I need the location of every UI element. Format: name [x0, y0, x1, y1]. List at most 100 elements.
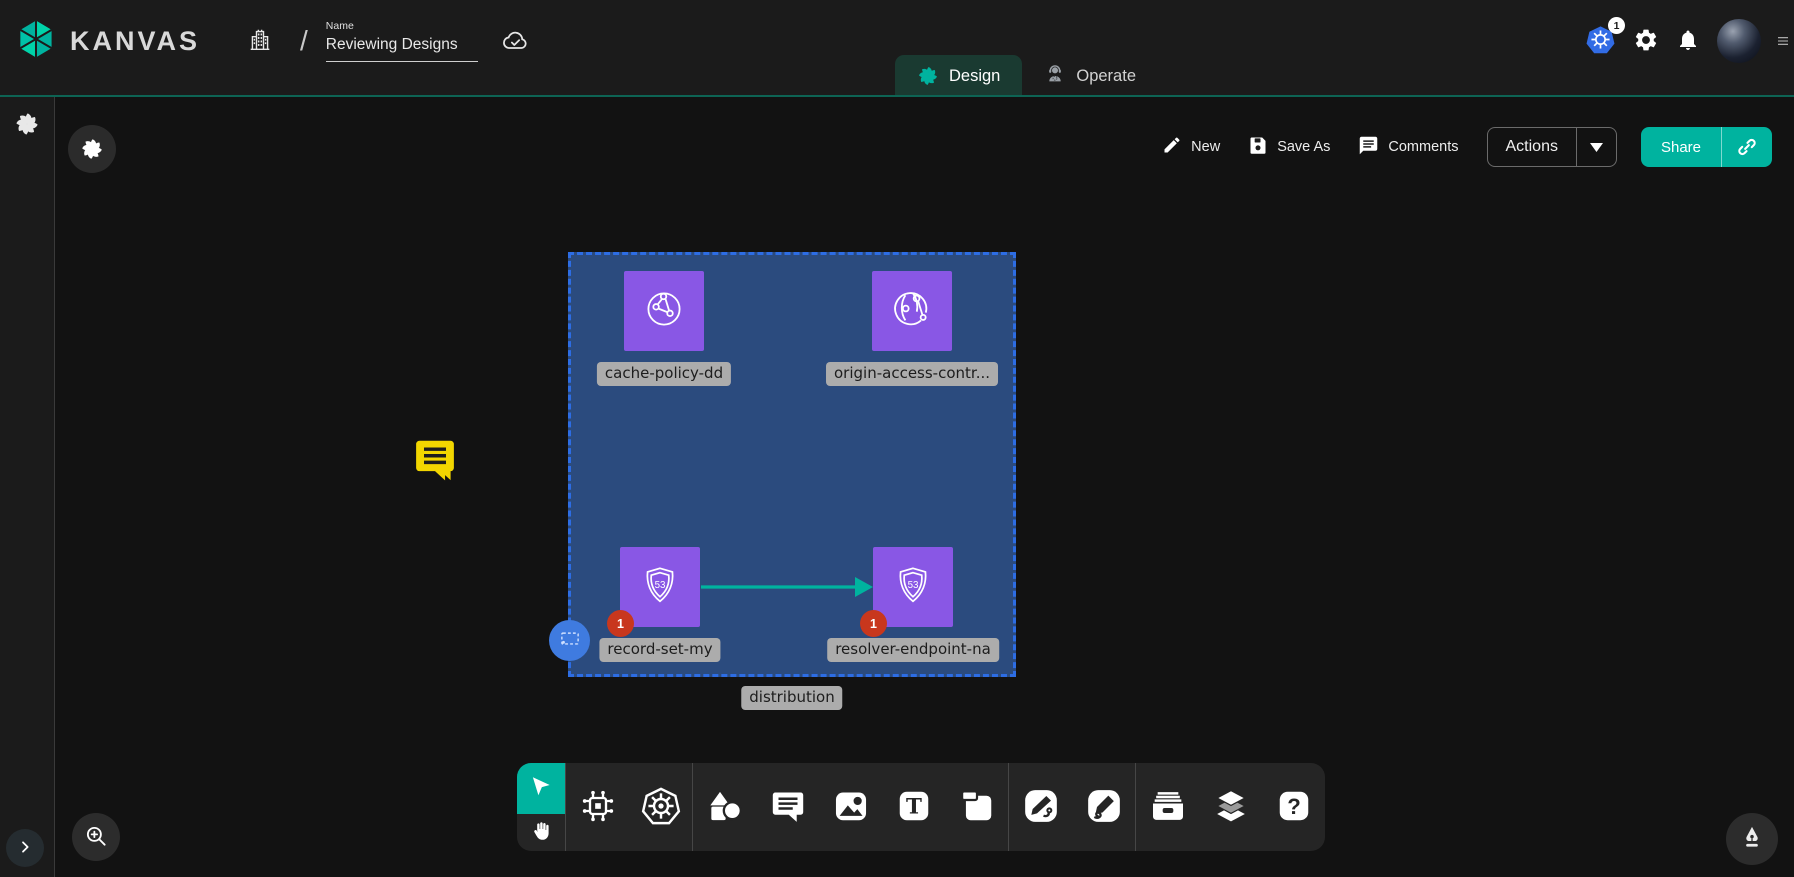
tool-pan-hand[interactable] — [517, 814, 565, 851]
chevron-right-icon — [17, 839, 33, 858]
text-icon: T — [895, 787, 933, 828]
node-label: record-set-my — [599, 638, 720, 662]
sidebar-expand-button[interactable] — [6, 829, 44, 867]
save-as-label: Save As — [1277, 139, 1330, 155]
help-icon: ? — [1275, 787, 1313, 828]
design-name-field: Name — [326, 20, 478, 62]
canvas-comment-marker[interactable] — [413, 437, 457, 483]
node-resolver-endpoint[interactable]: 53 1 resolver-endpoint-na — [873, 547, 953, 627]
meshery-swirl-icon[interactable] — [14, 111, 40, 137]
tool-layers[interactable] — [1199, 763, 1262, 851]
node-label: origin-access-contr... — [826, 362, 998, 386]
tool-dock: T — [517, 763, 1325, 851]
save-icon — [1248, 135, 1268, 159]
user-menu-button[interactable] — [1717, 19, 1761, 63]
node-label: cache-policy-dd — [597, 362, 731, 386]
freehand-pencil-icon — [1084, 786, 1124, 829]
image-icon — [832, 787, 870, 828]
design-toolbar: New Save As — [1162, 127, 1772, 167]
tool-note[interactable] — [945, 763, 1008, 851]
tab-operate[interactable]: Operate — [1022, 55, 1158, 97]
node-origin-access-control[interactable]: origin-access-contr... — [872, 271, 952, 351]
tab-design-label: Design — [949, 67, 1000, 86]
app-header: KANVAS — [0, 0, 1794, 97]
tool-help[interactable]: ? — [1262, 763, 1325, 851]
tab-design[interactable]: Design — [895, 55, 1022, 97]
node-record-set[interactable]: 53 1 record-set-my — [620, 547, 700, 627]
note-frame-icon — [958, 787, 996, 828]
svg-text:53: 53 — [655, 580, 666, 591]
tab-operate-label: Operate — [1076, 67, 1136, 86]
zoom-in-icon — [83, 823, 109, 852]
tool-freehand[interactable] — [1072, 763, 1135, 851]
pen-nib-button[interactable] — [1726, 813, 1778, 865]
design-name-input[interactable] — [326, 34, 478, 62]
edge-arrow[interactable] — [700, 573, 873, 606]
actions-label: Actions — [1488, 128, 1576, 166]
caret-down-icon[interactable] — [1576, 128, 1616, 166]
header-accent-line — [0, 95, 1794, 97]
cluster-flower-button[interactable] — [68, 125, 116, 173]
design-canvas[interactable]: New Save As — [55, 97, 1794, 877]
hamburger-icon[interactable] — [1778, 26, 1788, 56]
svg-text:T: T — [906, 794, 922, 819]
group-label: distribution — [741, 686, 842, 710]
share-button[interactable]: Share — [1641, 127, 1772, 167]
organization-button[interactable] — [246, 25, 274, 58]
kanvas-hexagon-icon — [14, 17, 58, 66]
route53-icon: 53 — [637, 562, 683, 613]
actions-button[interactable]: Actions — [1487, 127, 1617, 167]
zoom-in-button[interactable] — [72, 813, 120, 861]
node-label: resolver-endpoint-na — [827, 638, 999, 662]
tool-image[interactable] — [819, 763, 882, 851]
tool-kubernetes[interactable] — [629, 763, 692, 851]
svg-text:53: 53 — [908, 580, 919, 591]
share-label: Share — [1641, 127, 1721, 167]
svg-text:?: ? — [1287, 793, 1301, 818]
node-cache-policy[interactable]: cache-policy-dd — [624, 271, 704, 351]
kanvas-logo[interactable]: KANVAS — [14, 17, 200, 66]
selected-group-distribution[interactable]: cache-policy-dd origin-access-con — [568, 252, 1016, 677]
new-button[interactable]: New — [1162, 135, 1220, 159]
pen-nib-icon — [1738, 824, 1766, 855]
hand-icon — [529, 819, 553, 846]
drawer-icon — [1148, 786, 1188, 829]
layers-icon — [1211, 786, 1251, 829]
link-icon[interactable] — [1721, 127, 1772, 167]
shapes-icon — [705, 786, 745, 829]
comment-bubble-icon — [769, 787, 807, 828]
tool-cursor[interactable] — [517, 763, 565, 814]
left-sidebar — [0, 97, 55, 877]
pencil-icon — [1162, 135, 1182, 159]
pen-path-icon — [1021, 786, 1061, 829]
chip-icon — [578, 786, 618, 829]
kubernetes-context-button[interactable]: 1 — [1585, 24, 1616, 58]
route53-icon: 53 — [890, 562, 936, 613]
gear-icon — [1633, 27, 1659, 56]
kubernetes-wheel-icon — [640, 785, 682, 830]
operator-headset-icon — [1044, 62, 1066, 91]
design-swirl-icon — [917, 65, 939, 87]
new-label: New — [1191, 139, 1220, 155]
tool-pen[interactable] — [1009, 763, 1072, 851]
bell-icon — [1676, 28, 1700, 55]
settings-button[interactable] — [1633, 27, 1659, 56]
tool-components[interactable] — [566, 763, 629, 851]
cloudfront-origin-access-icon — [888, 285, 936, 338]
cloudfront-cache-policy-icon — [640, 285, 688, 338]
node-alert-badge[interactable]: 1 — [860, 610, 887, 637]
save-as-button[interactable]: Save As — [1248, 135, 1330, 159]
breadcrumb-separator: / — [300, 25, 308, 57]
group-select-handle[interactable] — [549, 620, 590, 661]
node-alert-badge[interactable]: 1 — [607, 610, 634, 637]
comments-button[interactable]: Comments — [1358, 135, 1458, 160]
tool-drawer[interactable] — [1136, 763, 1199, 851]
design-name-label: Name — [326, 20, 478, 32]
avatar — [1717, 19, 1761, 63]
comment-icon — [1358, 135, 1379, 160]
tool-text[interactable]: T — [882, 763, 945, 851]
notifications-button[interactable] — [1676, 28, 1700, 55]
tool-shapes[interactable] — [693, 763, 756, 851]
mode-tabs: Design Operate — [895, 55, 1158, 97]
tool-comment[interactable] — [756, 763, 819, 851]
